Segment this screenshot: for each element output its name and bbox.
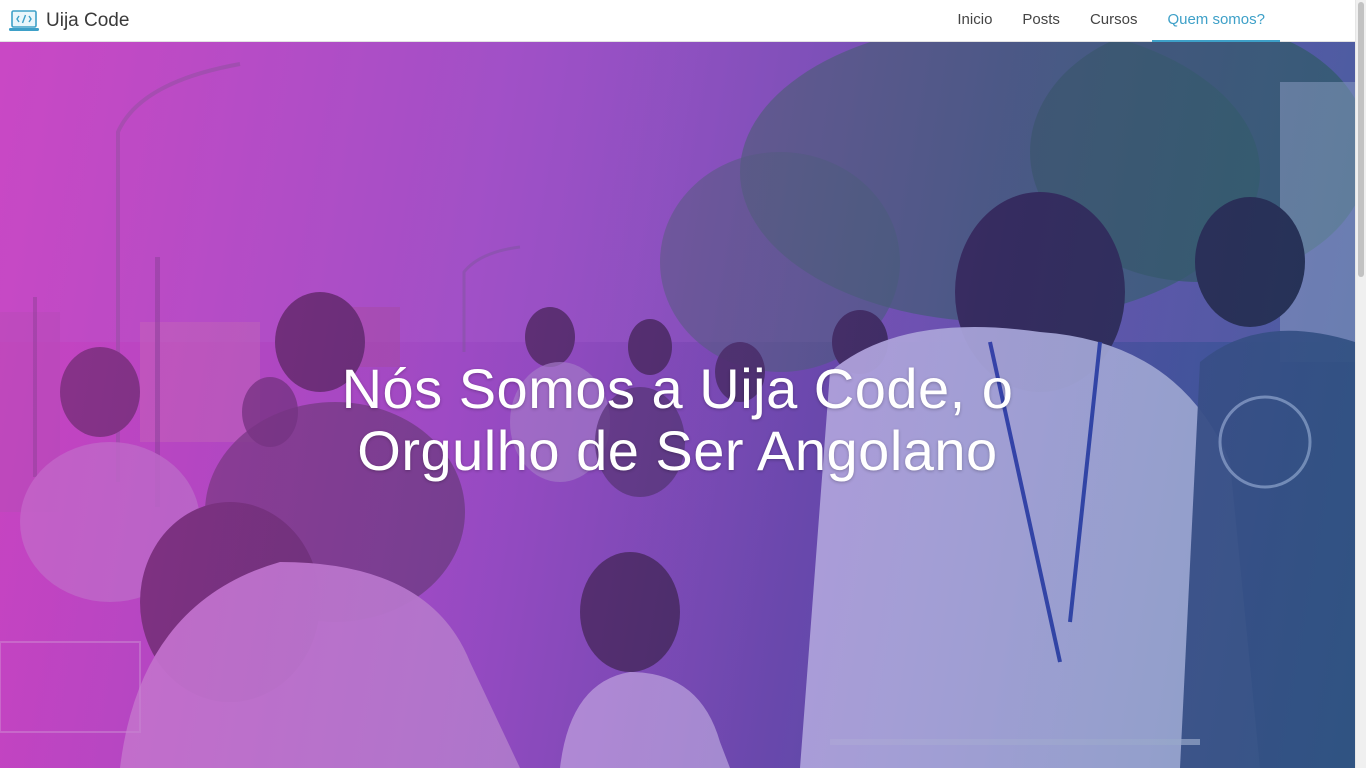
laptop-code-icon xyxy=(9,9,39,31)
brand-name: Uija Code xyxy=(46,10,130,31)
nav-link-inicio[interactable]: Inicio xyxy=(942,0,1007,42)
nav-link-quem-somos[interactable]: Quem somos? xyxy=(1152,0,1280,42)
hero-section: Nós Somos a Uija Code, o Orgulho de Ser … xyxy=(0,42,1355,768)
top-navbar: Uija Code Inicio Posts Cursos Quem somos… xyxy=(0,0,1355,42)
nav-link-cursos[interactable]: Cursos xyxy=(1075,0,1153,42)
vertical-scrollbar[interactable] xyxy=(1355,0,1366,768)
page: Uija Code Inicio Posts Cursos Quem somos… xyxy=(0,0,1366,768)
hero-title: Nós Somos a Uija Code, o Orgulho de Ser … xyxy=(341,357,1014,482)
nav-menu: Inicio Posts Cursos Quem somos? xyxy=(942,0,1280,42)
brand-logo-link[interactable]: Uija Code xyxy=(8,8,129,34)
nav-link-posts[interactable]: Posts xyxy=(1007,0,1075,42)
scrollbar-thumb[interactable] xyxy=(1358,2,1364,277)
